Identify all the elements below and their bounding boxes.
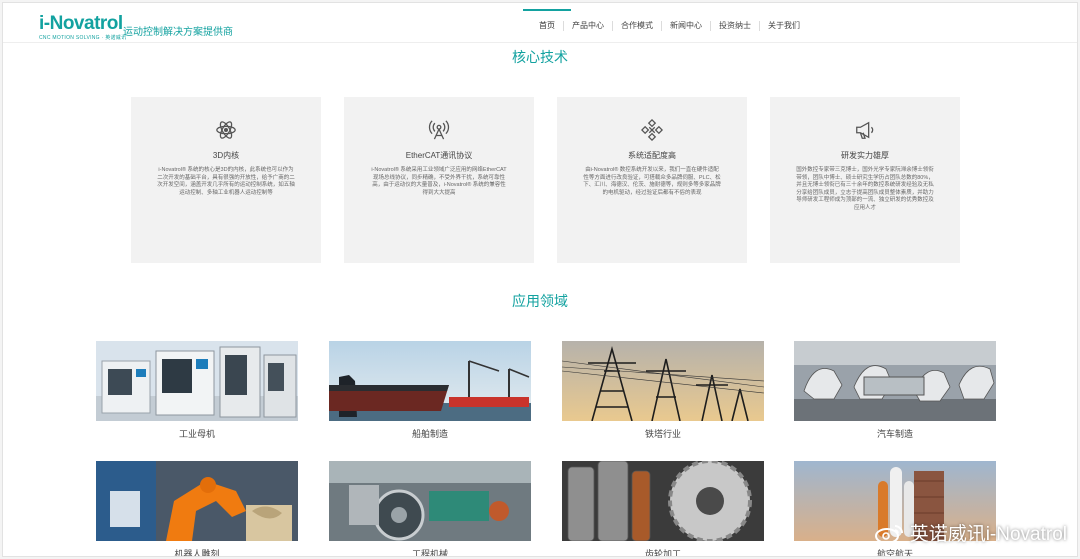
nav-investors[interactable]: 投资纳士 — [710, 21, 759, 31]
network-icon — [640, 118, 664, 142]
app-tile-label: 工程机械 — [411, 549, 448, 557]
site-header: i-Novatrol CNC MOTION SOLVING · 英诺威讯 运动控… — [3, 3, 1077, 43]
app-tile-label: 铁塔行业 — [644, 429, 681, 439]
nav-about[interactable]: 关于我们 — [759, 21, 808, 31]
nav-cooperation[interactable]: 合作模式 — [612, 21, 661, 31]
tech-card-title: 系统适配度高 — [628, 151, 676, 160]
app-tile-label: 齿轮加工 — [644, 549, 681, 557]
main-nav: 首页 产品中心 合作模式 新闻中心 投资纳士 关于我们 — [523, 9, 808, 31]
nav-news[interactable]: 新闻中心 — [661, 21, 710, 31]
page: i-Novatrol CNC MOTION SOLVING · 英诺威讯 运动控… — [2, 2, 1078, 557]
app-tile-robot-carving[interactable]: 机器人雕刻 — [96, 461, 298, 557]
app-tile-gear-machining[interactable]: 齿轮加工 — [562, 461, 764, 557]
tech-card-ethercat: EtherCAT通讯协议 i-Novatrol® 系统采用工业领域广泛应用的网络… — [344, 97, 534, 263]
tech-card-title: EtherCAT通讯协议 — [405, 151, 473, 160]
app-tile-label: 航空航天 — [876, 549, 913, 557]
app-tile-label: 汽车制造 — [876, 429, 913, 439]
logo[interactable]: i-Novatrol CNC MOTION SOLVING · 英诺威讯 — [39, 13, 127, 41]
pylon-photo — [562, 341, 764, 421]
tech-card-rd-strength: 研发实力雄厚 国外数控专家带三克博士，国外光学专家阮滞余博士领衔带领，团队中博士… — [770, 97, 960, 263]
app-tile-tower[interactable]: 铁塔行业 — [562, 341, 764, 440]
robot-carving-photo — [96, 461, 298, 541]
app-tile-label: 船舶制造 — [411, 429, 448, 439]
site-tagline: 运动控制解决方案提供商 — [123, 27, 233, 38]
logo-text: i-Novatrol — [39, 13, 123, 34]
tech-card-desc: i-Novatrol® 系统的核心是3D的内核，此系统也可以作为二次开发的基础平… — [157, 167, 295, 196]
ship-photo — [329, 341, 531, 421]
antenna-icon — [428, 119, 450, 141]
applications-title: 应用领域 — [512, 293, 568, 309]
tech-card-adaptability: 系统适配度高 由i-Novatrol® 数控系统开发以来，我们一直在硬件适配性等… — [557, 97, 747, 263]
core-tech-title: 核心技术 — [512, 49, 568, 65]
weibo-watermark: 英诺威讯i-Novatrol — [874, 519, 1067, 546]
tech-card-3d-kernel: 3D内核 i-Novatrol® 系统的核心是3D的内核，此系统也可以作为二次开… — [131, 97, 321, 263]
car-factory-photo — [794, 341, 996, 421]
app-tile-label: 机器人雕刻 — [174, 549, 220, 557]
megaphone-icon — [854, 119, 876, 141]
watermark-text: 英诺威讯i-Novatrol — [909, 524, 1067, 545]
tech-card-title: 3D内核 — [212, 151, 240, 160]
tech-card-desc: i-Novatrol® 系统采用工业领域广泛应用的网络EtherCAT现场总线协… — [371, 167, 507, 196]
tech-card-desc: 国外数控专家带三克博士，国外光学专家阮滞余博士领衔带领，团队中博士、硕士研究生学… — [796, 167, 934, 211]
nav-home[interactable]: 首页 — [523, 9, 571, 31]
tech-card-title: 研发实力雄厚 — [841, 151, 889, 160]
app-tile-construction-machinery[interactable]: 工程机械 — [329, 461, 531, 557]
machinery-photo — [329, 461, 531, 541]
app-tile-shipbuilding[interactable]: 船舶制造 — [329, 341, 531, 440]
cnc-machines-photo — [96, 341, 298, 421]
nav-products[interactable]: 产品中心 — [563, 21, 612, 31]
app-tile-label: 工业母机 — [178, 429, 215, 439]
app-tile-machine-tools[interactable]: 工业母机 — [96, 341, 298, 440]
app-tile-automotive[interactable]: 汽车制造 — [794, 341, 996, 440]
weibo-icon — [874, 522, 905, 544]
atom-icon — [215, 119, 237, 141]
tech-card-desc: 由i-Novatrol® 数控系统开发以来，我们一直在硬件适配性等方面进行改良验… — [583, 167, 721, 196]
logo-subtext: CNC MOTION SOLVING · 英诺威讯 — [39, 35, 127, 41]
gears-photo — [562, 461, 764, 541]
